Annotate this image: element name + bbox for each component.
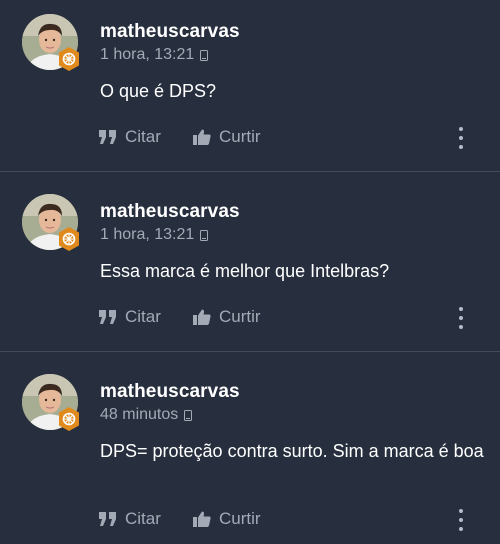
dot xyxy=(459,145,463,149)
more-vertical-icon[interactable] xyxy=(454,127,468,149)
like-button[interactable]: Curtir xyxy=(193,307,261,327)
like-label: Curtir xyxy=(219,509,261,528)
thumbs-up-icon xyxy=(193,129,211,145)
thumbs-up-icon xyxy=(193,309,211,325)
post-time: 1 hora, 13:21 xyxy=(100,46,195,63)
post-item: matheuscarvas 48 minutos DPS= proteção c… xyxy=(0,352,500,544)
like-label: Curtir xyxy=(219,127,261,146)
more-vertical-icon[interactable] xyxy=(454,307,468,329)
dot xyxy=(459,127,463,131)
post-author[interactable]: matheuscarvas xyxy=(100,21,240,43)
like-button[interactable]: Curtir xyxy=(193,509,261,529)
post-time: 48 minutos xyxy=(100,406,179,423)
post-content: DPS= proteção contra surto. Sim a marca … xyxy=(100,441,484,461)
quote-button[interactable]: Citar xyxy=(99,127,161,147)
post-item: matheuscarvas 1 hora, 13:21 O que é DPS?… xyxy=(0,0,500,171)
post-meta: 1 hora, 13:21 xyxy=(100,226,209,244)
quote-label: Citar xyxy=(125,307,161,326)
post-author[interactable]: matheuscarvas xyxy=(100,381,240,403)
quote-button[interactable]: Citar xyxy=(99,307,161,327)
quote-icon xyxy=(99,310,117,324)
rank-badge-icon xyxy=(57,406,81,432)
post-content: O que é DPS? xyxy=(100,81,217,101)
mobile-device-icon xyxy=(200,229,209,241)
quote-label: Citar xyxy=(125,127,161,146)
post-meta: 1 hora, 13:21 xyxy=(100,46,209,64)
quote-icon xyxy=(99,130,117,144)
more-vertical-icon[interactable] xyxy=(454,509,468,531)
like-label: Curtir xyxy=(219,307,261,326)
post-content: Essa marca é melhor que Intelbras? xyxy=(100,261,390,281)
dot xyxy=(459,527,463,531)
dot xyxy=(459,518,463,522)
dot xyxy=(459,136,463,140)
post-meta: 48 minutos xyxy=(100,406,193,424)
dot xyxy=(459,316,463,320)
post-author[interactable]: matheuscarvas xyxy=(100,201,240,223)
rank-badge-icon xyxy=(57,226,81,252)
mobile-device-icon xyxy=(200,49,209,61)
post-time: 1 hora, 13:21 xyxy=(100,226,195,243)
post-item: matheuscarvas 1 hora, 13:21 Essa marca é… xyxy=(0,172,500,351)
quote-button[interactable]: Citar xyxy=(99,509,161,529)
dot xyxy=(459,307,463,311)
rank-badge-icon xyxy=(57,46,81,72)
quote-label: Citar xyxy=(125,509,161,528)
dot xyxy=(459,325,463,329)
like-button[interactable]: Curtir xyxy=(193,127,261,147)
dot xyxy=(459,509,463,513)
mobile-device-icon xyxy=(184,409,193,421)
quote-icon xyxy=(99,512,117,526)
thumbs-up-icon xyxy=(193,511,211,527)
